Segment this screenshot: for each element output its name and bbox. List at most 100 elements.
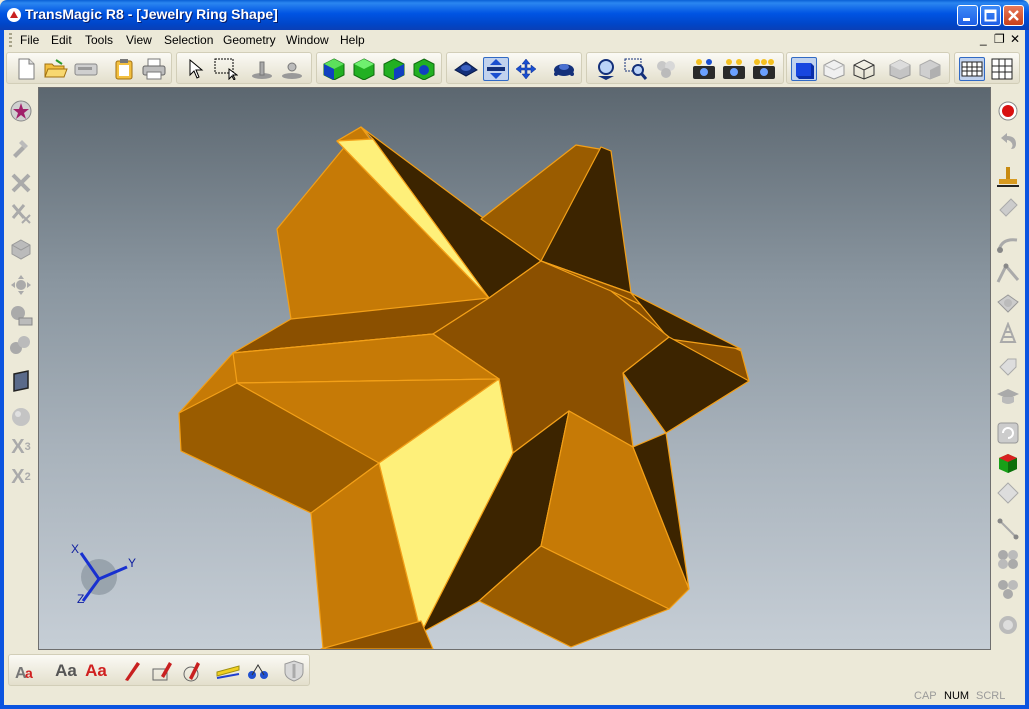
keyboard-button[interactable] [8,302,34,328]
clipboard-button[interactable] [111,57,137,81]
angle-button[interactable] [995,260,1021,286]
mdi-restore-button[interactable]: ❐ [994,32,1005,46]
close-button[interactable] [1003,5,1024,26]
tag-button[interactable] [995,354,1021,380]
menubar-grip[interactable] [9,33,12,47]
pan-button[interactable] [513,57,539,81]
shaded-white-button[interactable] [821,57,847,81]
window-frame-right [1025,30,1029,709]
tag-icon [999,358,1017,376]
menu-window[interactable]: Window [286,33,329,47]
orbit-icon [657,61,675,78]
line-button[interactable] [995,516,1021,542]
zoom-fit-button[interactable] [453,57,479,81]
view-face-button[interactable] [381,57,407,81]
shaded-solid-button[interactable] [791,57,817,81]
menu-selection[interactable]: Selection [164,33,213,47]
sphere-ring-button[interactable] [995,612,1021,638]
minimize-button[interactable] [957,5,978,26]
view-hidden-button[interactable] [411,57,437,81]
curve-button[interactable] [995,230,1021,256]
sphere-button[interactable] [8,404,34,430]
tool-button[interactable] [8,134,34,160]
stamp-button[interactable] [995,164,1021,190]
select-box-icon [214,58,238,80]
spheres-button[interactable] [8,332,34,358]
save-button[interactable] [73,57,99,81]
spheres3-button[interactable] [995,576,1021,602]
bottom-toolbar: Aa Aa Aa [4,650,1025,688]
prism-button[interactable] [995,290,1021,316]
wireframe-icon [853,59,875,80]
open-file-button[interactable] [43,57,69,81]
spin-button[interactable] [551,57,577,81]
mdi-minimize-button[interactable]: _ [980,32,987,46]
camera-button[interactable] [691,57,717,81]
wireframe-button[interactable] [851,57,877,81]
axis-x-label: X [71,542,79,556]
camera2-button[interactable] [721,57,747,81]
table-button[interactable] [989,57,1015,81]
menu-view[interactable]: View [126,33,152,47]
print-button[interactable] [141,57,167,81]
mdi-close-button[interactable]: ✕ [1010,32,1020,46]
new-file-button[interactable] [13,57,39,81]
layout-toolbar [954,52,1020,84]
undo-icon [1001,133,1016,149]
striped-button[interactable] [995,320,1021,346]
diamond-button[interactable] [995,480,1021,506]
menu-edit[interactable]: Edit [51,33,72,47]
orbit-button[interactable] [653,57,679,81]
maximize-button[interactable] [980,5,1001,26]
pen2-button[interactable] [149,659,175,683]
menu-help[interactable]: Help [340,33,365,47]
x-cubed-button[interactable]: X3 [8,434,34,460]
jewelry-ring-model[interactable]: X Y Z [39,88,991,650]
record-button[interactable] [995,98,1021,124]
zoom-window-button[interactable] [623,57,649,81]
ruler-icon [216,665,240,679]
color-cube-button[interactable] [995,450,1021,476]
measure2-button[interactable] [279,57,305,81]
pen-button[interactable] [119,659,145,683]
menu-file[interactable]: File [20,33,39,47]
measure-button[interactable] [249,57,275,81]
node-button[interactable] [245,659,271,683]
face-button[interactable] [8,368,34,394]
star-button[interactable] [8,98,34,124]
text-aa-button[interactable]: Aa [53,659,79,683]
refresh-button[interactable] [995,420,1021,446]
view-shaded-button[interactable] [321,57,347,81]
undo-button[interactable] [995,128,1021,154]
spheres2-button[interactable] [995,546,1021,572]
eraser-button[interactable] [995,194,1021,220]
ruler-button[interactable] [215,659,241,683]
face-icon [13,370,29,392]
gray-cube2-button[interactable] [917,57,943,81]
spheres-icon [10,336,30,354]
rotate-button[interactable] [483,57,509,81]
grid-button[interactable] [959,57,985,81]
pen3-button[interactable] [179,659,205,683]
x-squared-button[interactable]: X2 [8,464,34,490]
x-delete-button[interactable] [8,200,34,226]
delete-button[interactable] [8,170,34,196]
3d-viewport[interactable]: X Y Z [38,87,991,650]
select-arrow-button[interactable] [183,57,209,81]
cube-button[interactable] [8,236,34,262]
move-button[interactable] [8,272,34,298]
menu-tools[interactable]: Tools [85,33,113,47]
app-icon[interactable] [6,7,22,23]
view-edge-button[interactable] [351,57,377,81]
node-icon [248,664,268,679]
camera3-button[interactable] [751,57,777,81]
gray-cube-button[interactable] [887,57,913,81]
shield-button[interactable] [281,659,307,683]
text-aa-red-button[interactable]: Aa [83,659,109,683]
text-red-button[interactable]: Aa [13,659,39,683]
zoom-in-button[interactable] [593,57,619,81]
menu-geometry[interactable]: Geometry [223,33,276,47]
cap-button[interactable] [995,384,1021,410]
select-box-button[interactable] [213,57,239,81]
select-arrow-icon [189,59,204,79]
